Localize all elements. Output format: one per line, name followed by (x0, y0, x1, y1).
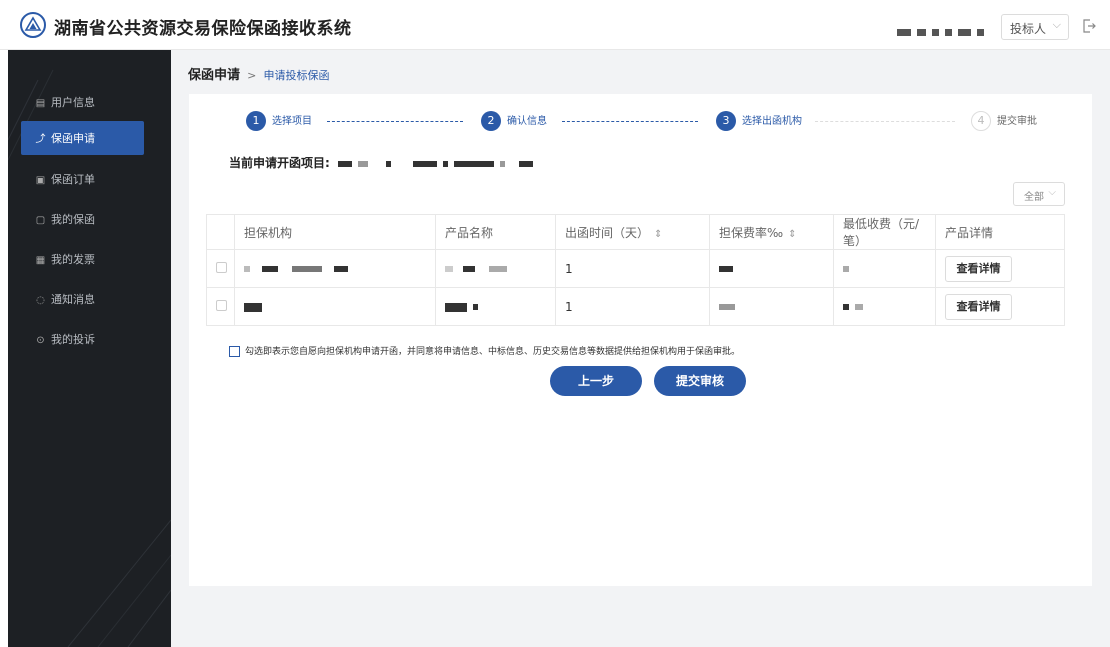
apply-card: 1 选择项目 2 确认信息 3 选择出函机构 4 提交审批 当前申请开函项目: 全部 ⌵ (189, 94, 1092, 586)
row-select-cell (206, 249, 235, 288)
sidebar-item-guarantee-orders[interactable]: ▣ 保函订单 (21, 162, 144, 196)
agreement-text: 勾选即表示您自愿向担保机构申请开函，并同意将申请信息、中标信息、历史交易信息等数… (245, 347, 741, 357)
view-details-button[interactable]: 查看详情 (945, 255, 1012, 282)
sidebar-item-label: 我的保函 (51, 213, 95, 226)
min-fee-cell-redacted (833, 287, 936, 326)
breadcrumb-root[interactable]: 保函申请 (188, 68, 240, 83)
message-icon: ◌ (36, 295, 45, 306)
table-row: 1 查看详情 (206, 287, 1065, 326)
row-checkbox[interactable] (216, 261, 227, 273)
filter-select[interactable]: 全部 ⌵ (1013, 182, 1065, 206)
table-header-days[interactable]: 出函时间（天） ⇕ (555, 214, 710, 250)
top-bar: 湖南省公共资源交易保险保函接收系统 投标人 ⌵ (0, 0, 1110, 50)
table-header-rate-label: 担保费率‰ (719, 225, 784, 240)
step-select-project: 1 选择项目 (246, 111, 312, 131)
sidebar-item-notifications[interactable]: ◌ 通知消息 (21, 282, 144, 316)
order-icon: ▣ (35, 175, 46, 186)
breadcrumb-separator: > (247, 69, 257, 82)
project-name-redacted (334, 156, 539, 170)
sidebar-item-my-invoices[interactable]: ▦ 我的发票 (21, 242, 144, 276)
sidebar-item-complaints[interactable]: ⊙ 我的投诉 (21, 322, 144, 356)
shield-logo-icon (20, 12, 46, 38)
role-select-value: 投标人 (1010, 22, 1047, 36)
current-project: 当前申请开函项目: (229, 154, 539, 171)
table-header-days-label: 出函时间（天） (565, 225, 650, 240)
step-number: 2 (481, 111, 501, 131)
app-title: 湖南省公共资源交易保险保函接收系统 (54, 19, 352, 39)
step-connector (815, 121, 955, 122)
agreement: 勾选即表示您自愿向担保机构申请开函，并同意将申请信息、中标信息、历史交易信息等数… (229, 344, 740, 357)
breadcrumb: 保函申请 > 申请投标保函 (188, 64, 330, 83)
row-select-cell (206, 287, 235, 326)
details-cell: 查看详情 (935, 287, 1065, 326)
step-number: 1 (246, 111, 266, 131)
main-content: 保函申请 > 申请投标保函 1 选择项目 2 确认信息 3 选择出函机构 4 提交审批 … (171, 50, 1110, 647)
rate-cell-redacted (709, 249, 834, 288)
sidebar-item-label: 用户信息 (51, 96, 95, 109)
sidebar-item-label: 我的发票 (51, 253, 95, 266)
step-label: 确认信息 (507, 116, 547, 127)
document-icon: ▢ (35, 215, 46, 226)
role-select[interactable]: 投标人 ⌵ (1001, 14, 1069, 40)
row-checkbox[interactable] (216, 299, 227, 311)
table-header-select (206, 214, 235, 250)
product-cell-redacted (435, 287, 556, 326)
sidebar: ▤ 用户信息 ⤴ 保函申请 ▣ 保函订单 ▢ 我的保函 ▦ 我的发票 ◌ 通知消息 ⊙ 我的投… (8, 50, 171, 647)
chevron-down-icon: ⌵ (1052, 18, 1061, 31)
sidebar-item-label: 保函订单 (51, 173, 95, 186)
sidebar-item-guarantee-apply[interactable]: ⤴ 保函申请 (21, 121, 144, 155)
days-cell: 1 (555, 249, 710, 288)
days-cell: 1 (555, 287, 710, 326)
step-confirm-info: 2 确认信息 (481, 111, 547, 131)
details-cell: 查看详情 (935, 249, 1065, 288)
table-header-product: 产品名称 (435, 214, 556, 250)
prev-step-button[interactable]: 上一步 (550, 366, 642, 396)
username-redacted (897, 22, 990, 36)
institution-table: 担保机构 产品名称 出函时间（天） ⇕ 担保费率‰ ⇕ 最低收费（元/笔） 产品详情… (206, 214, 1065, 326)
invoice-icon: ▦ (35, 255, 46, 266)
filter-select-value: 全部 (1024, 192, 1044, 203)
sort-icon[interactable]: ⇕ (788, 229, 796, 240)
step-connector (562, 121, 698, 122)
breadcrumb-current: 申请投标保函 (263, 69, 330, 82)
current-project-label: 当前申请开函项目: (229, 156, 330, 170)
rate-cell-redacted (709, 287, 834, 326)
table-row: 1 查看详情 (206, 249, 1065, 288)
view-details-button[interactable]: 查看详情 (945, 293, 1012, 320)
step-number: 3 (716, 111, 736, 131)
logout-icon[interactable] (1082, 19, 1096, 33)
table-header-details: 产品详情 (935, 214, 1065, 250)
step-label: 选择项目 (272, 116, 312, 127)
table-header-rate[interactable]: 担保费率‰ ⇕ (709, 214, 834, 250)
sidebar-item-my-guarantees[interactable]: ▢ 我的保函 (21, 202, 144, 236)
step-label: 提交审批 (997, 116, 1037, 127)
agreement-checkbox[interactable] (229, 346, 240, 357)
step-submit-approval: 4 提交审批 (971, 111, 1037, 131)
user-card-icon: ▤ (35, 98, 46, 109)
table-header-min-fee: 最低收费（元/笔） (833, 214, 936, 250)
sidebar-item-user-info[interactable]: ▤ 用户信息 (21, 85, 144, 119)
step-label: 选择出函机构 (742, 116, 802, 127)
min-fee-cell-redacted (833, 249, 936, 288)
product-cell-redacted (435, 249, 556, 288)
apply-icon: ⤴ (35, 134, 46, 145)
sidebar-item-label: 保函申请 (51, 132, 95, 145)
step-number: 4 (971, 111, 991, 131)
sort-icon[interactable]: ⇕ (654, 229, 662, 240)
institution-cell-redacted (234, 287, 436, 326)
step-connector (327, 121, 463, 122)
step-select-institution: 3 选择出函机构 (716, 111, 802, 131)
sidebar-item-label: 通知消息 (51, 293, 95, 306)
chevron-down-icon: ⌵ (1048, 187, 1056, 198)
institution-cell-redacted (234, 249, 436, 288)
table-header-row: 担保机构 产品名称 出函时间（天） ⇕ 担保费率‰ ⇕ 最低收费（元/笔） 产品详情 (206, 214, 1065, 250)
complaint-icon: ⊙ (36, 335, 45, 346)
sidebar-item-label: 我的投诉 (51, 333, 95, 346)
submit-review-button[interactable]: 提交审核 (654, 366, 746, 396)
table-header-institution: 担保机构 (234, 214, 436, 250)
